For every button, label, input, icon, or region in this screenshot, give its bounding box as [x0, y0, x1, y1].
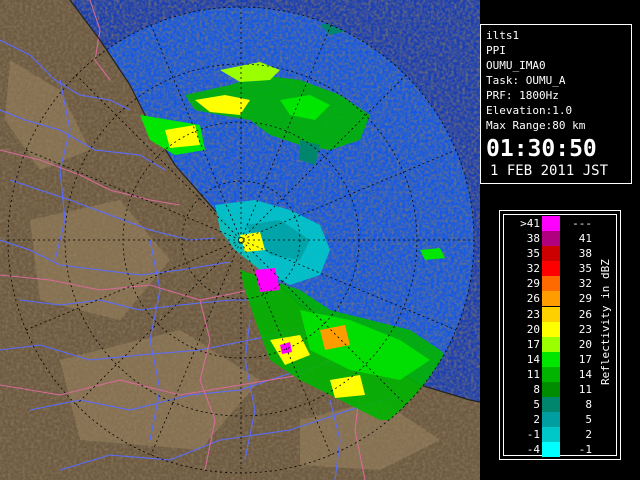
radar-ppi-map — [0, 0, 480, 480]
legend-upper-value: 11 — [578, 383, 592, 397]
legend-row: 58 — [508, 397, 598, 413]
legend-color-swatch — [542, 427, 560, 443]
legend-lower-value: 5 — [533, 398, 540, 412]
legend-upper-value: 32 — [578, 277, 592, 291]
legend-upper-value: 23 — [578, 322, 592, 336]
legend-color-swatch — [542, 306, 560, 322]
legend-color-swatch — [542, 291, 560, 307]
legend-lower-value: 20 — [526, 322, 540, 336]
legend-upper-value: -1 — [578, 443, 592, 457]
legend-color-swatch — [542, 246, 560, 262]
legend-upper-value: 5 — [585, 413, 592, 427]
legend-color-swatch — [542, 231, 560, 247]
legend-row: 17 20 — [508, 336, 598, 352]
legend-color-swatch — [542, 261, 560, 277]
product-name: OUMU_IMA0 — [486, 59, 546, 72]
scan-time: 01:30:50 — [486, 136, 597, 162]
legend-row: >41 --- — [508, 216, 598, 231]
legend-row: 20 23 — [508, 321, 598, 337]
legend-lower-value: 32 — [526, 262, 540, 276]
legend-row: -4 -1 — [508, 442, 598, 458]
legend-rows: >41 --- 38 41 35 38 32 35 29 32 26 29 23 26 20 23 17 20 14… — [508, 216, 598, 458]
legend-color-swatch — [542, 276, 560, 292]
legend-row: 23 26 — [508, 306, 598, 322]
task-name: Task: OUMU_A — [486, 74, 566, 87]
legend-color-swatch — [542, 351, 560, 367]
legend-lower-value: 8 — [533, 383, 540, 397]
prf-value: PRF: 1800Hz — [486, 89, 559, 102]
legend-color-swatch — [542, 366, 560, 382]
legend-color-swatch — [542, 442, 560, 458]
legend-upper-value: 38 — [578, 247, 592, 261]
legend-row: -1 2 — [508, 427, 598, 443]
legend-row: 32 35 — [508, 261, 598, 277]
legend-row: 26 29 — [508, 291, 598, 307]
legend-upper-value: 26 — [578, 307, 592, 321]
legend-upper-value: 2 — [585, 428, 592, 442]
legend-upper-value: 8 — [585, 398, 592, 412]
scan-date: 1 FEB 2011 JST — [490, 163, 609, 179]
legend-color-swatch — [542, 382, 560, 398]
legend-row: 8 11 — [508, 382, 598, 398]
legend-lower-value: -1 — [526, 428, 540, 442]
scan-info-panel: ilts1 PPI OUMU_IMA0 Task: OUMU_A PRF: 18… — [480, 24, 632, 184]
radar-site-marker — [239, 238, 243, 242]
legend-upper-value: 17 — [578, 352, 592, 366]
legend-row: 38 41 — [508, 231, 598, 247]
legend-lower-value: 17 — [526, 337, 540, 351]
legend-color-swatch — [542, 321, 560, 337]
legend-upper-value: 29 — [578, 292, 592, 306]
legend-color-swatch — [542, 397, 560, 413]
legend-upper-value: 41 — [578, 232, 592, 246]
legend-upper-value: --- — [572, 217, 592, 230]
legend-lower-value: >41 — [520, 217, 540, 230]
legend-color-swatch — [542, 336, 560, 352]
legend-lower-value: 23 — [526, 307, 540, 321]
scan-type: PPI — [486, 44, 506, 57]
legend-unit-label: Reflectivity in dBZ — [599, 259, 612, 385]
legend-row: 29 32 — [508, 276, 598, 292]
legend-row: 35 38 — [508, 246, 598, 262]
legend-lower-value: 2 — [533, 413, 540, 427]
legend-row: 11 14 — [508, 366, 598, 382]
legend-lower-value: 38 — [526, 232, 540, 246]
legend-lower-value: 35 — [526, 247, 540, 261]
legend-upper-value: 20 — [578, 337, 592, 351]
legend-upper-value: 14 — [578, 367, 592, 381]
legend-upper-value: 35 — [578, 262, 592, 276]
site-name: ilts1 — [486, 29, 520, 42]
legend-color-swatch — [542, 412, 560, 428]
legend-lower-value: -4 — [526, 443, 540, 457]
legend-row: 14 17 — [508, 351, 598, 367]
legend-lower-value: 11 — [526, 367, 540, 381]
elevation-value: Elevation:1.0 — [486, 104, 573, 117]
max-range-value: Max Range:80 km — [486, 119, 586, 132]
legend-lower-value: 14 — [526, 352, 540, 366]
legend-lower-value: 29 — [526, 277, 540, 291]
legend-lower-value: 26 — [526, 292, 540, 306]
legend-row: 25 — [508, 412, 598, 428]
legend-color-swatch — [542, 216, 560, 231]
